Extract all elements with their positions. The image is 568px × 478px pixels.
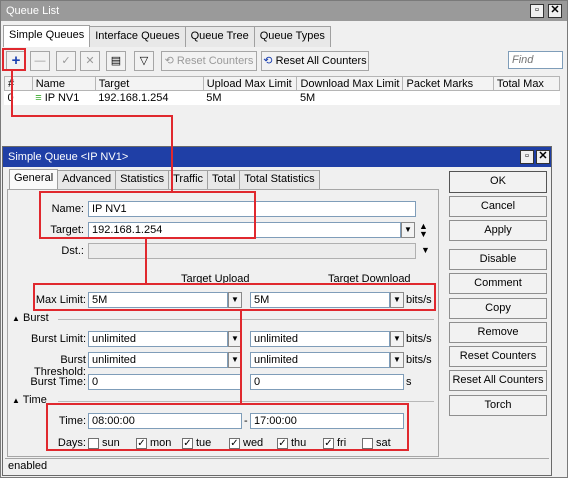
tab-total[interactable]: Total (207, 170, 241, 189)
time-divider (58, 401, 434, 402)
dialog-tabs: General Advanced Statistics Traffic Total Tot… (9, 169, 320, 189)
copy-button[interactable]: Copy (449, 298, 547, 319)
tab-queue-types[interactable]: Queue Types (253, 26, 331, 47)
tab-statistics[interactable]: Statistics (115, 170, 170, 189)
table-row[interactable]: 0 ≡ IP NV1 192.168.1.254 5M 5M (5, 91, 560, 105)
burst-limit-label: Burst Limit: (30, 333, 86, 345)
burst-limit-unit: bits/s (406, 333, 432, 345)
burst-threshold-label: Burst Threshold: (34, 354, 86, 378)
col-marks[interactable]: Packet Marks (402, 76, 494, 91)
remove-icon[interactable]: — (30, 51, 50, 71)
burst-time-upload-input[interactable]: 0 (88, 374, 242, 390)
tab-interface-queues[interactable]: Interface Queues (89, 26, 186, 47)
collapse-icon: ▲ (12, 314, 20, 323)
reset-counters-button[interactable]: ⟲ Reset Counters (161, 51, 257, 71)
highlight-name-target (39, 191, 256, 239)
filter-icon[interactable]: ▽ (134, 51, 154, 71)
comment-button[interactable]: Comment (449, 273, 547, 294)
burst-limit-upload-input[interactable]: unlimited (88, 331, 228, 347)
apply-button[interactable]: Apply (449, 220, 547, 241)
tab-general[interactable]: General (9, 169, 59, 189)
burst-time-download-input[interactable]: 0 (250, 374, 404, 390)
col-target[interactable]: Target (94, 76, 204, 91)
dialog-title: Simple Queue <IP NV1> (8, 151, 129, 163)
close-icon[interactable]: ✕ (548, 4, 562, 18)
col-upload[interactable]: Upload Max Limit (202, 76, 298, 91)
highlight-connector (11, 70, 13, 116)
burst-threshold-download-dropdown-icon[interactable]: ▼ (390, 352, 404, 368)
tab-queue-tree[interactable]: Queue Tree (184, 26, 255, 47)
dst-dropdown-icon[interactable]: ▼ (421, 245, 430, 255)
reset-all-counters-button[interactable]: ⟲ Reset All Counters (261, 51, 369, 71)
reset-counters-dialog-button[interactable]: Reset Counters (449, 346, 547, 367)
highlight-max-limit (33, 283, 436, 311)
cancel-button[interactable]: Cancel (449, 196, 547, 217)
reset-icon: ⟲ (164, 55, 174, 67)
col-download[interactable]: Download Max Limit (296, 76, 404, 91)
disable-button[interactable]: Disable (449, 249, 547, 270)
status-bar: enabled (5, 458, 549, 474)
col-num[interactable]: # (4, 76, 33, 91)
ok-button[interactable]: OK (449, 171, 547, 193)
toolbar: + — ✓ ✕ ▤ ▽ ⟲ Reset Counters ⟲ Reset All… (3, 47, 565, 75)
highlight-time (46, 403, 409, 451)
time-section-header[interactable]: ▲ Time (12, 394, 47, 406)
dst-label: Dst.: (61, 245, 84, 257)
dialog-close-icon[interactable]: ✕ (536, 150, 550, 164)
dialog-titlebar[interactable]: Simple Queue <IP NV1> ▫ ✕ (3, 147, 551, 167)
comment-icon[interactable]: ▤ (106, 51, 126, 71)
queue-enabled-icon: ≡ (35, 91, 42, 104)
burst-threshold-download-input[interactable]: unlimited (250, 352, 390, 368)
target-dropdown-icon[interactable]: ▼ (401, 222, 415, 238)
collapse-icon: ▲ (12, 396, 20, 405)
highlight-connector (240, 310, 242, 404)
highlight-connector (11, 115, 173, 117)
col-name[interactable]: Name (31, 76, 96, 91)
highlight-connector (145, 238, 147, 284)
tab-advanced[interactable]: Advanced (57, 170, 117, 189)
burst-threshold-upload-input[interactable]: unlimited (88, 352, 228, 368)
target-updown-icon[interactable]: ▲ ▼ (419, 222, 428, 239)
reset-all-counters-dialog-button[interactable]: Reset All Counters (449, 370, 547, 391)
burst-time-label: Burst Time: (30, 376, 86, 388)
remove-button[interactable]: Remove (449, 322, 547, 343)
torch-button[interactable]: Torch (449, 395, 547, 416)
window-title: Queue List (6, 5, 60, 17)
queue-list-titlebar[interactable]: Queue List ▫ ✕ (1, 1, 567, 21)
tab-traffic[interactable]: Traffic (168, 170, 209, 189)
burst-limit-download-dropdown-icon[interactable]: ▼ (390, 331, 404, 347)
burst-threshold-unit: bits/s (406, 354, 432, 366)
burst-section-header[interactable]: ▲ Burst (12, 312, 49, 324)
table-header: # Name Target Upload Max Limit Download … (4, 76, 561, 91)
enable-icon[interactable]: ✓ (56, 51, 76, 71)
reset-all-icon: ⟲ (263, 55, 273, 67)
queue-table: # Name Target Upload Max Limit Download … (4, 76, 561, 105)
col-total[interactable]: Total Max (492, 76, 561, 91)
disable-icon[interactable]: ✕ (80, 51, 100, 71)
dialog-restore-icon[interactable]: ▫ (520, 150, 534, 164)
tab-total-statistics[interactable]: Total Statistics (239, 170, 320, 189)
highlight-add-button (2, 48, 26, 71)
find-input[interactable] (508, 51, 563, 69)
dst-input[interactable] (88, 243, 416, 259)
burst-time-unit: s (406, 376, 412, 388)
restore-icon[interactable]: ▫ (530, 4, 544, 18)
tab-simple-queues[interactable]: Simple Queues (3, 25, 91, 47)
burst-divider (58, 319, 434, 320)
queue-tabs: Simple Queues Interface Queues Queue Tree Q… (3, 25, 331, 47)
highlight-connector (171, 115, 173, 192)
burst-limit-download-input[interactable]: unlimited (250, 331, 390, 347)
